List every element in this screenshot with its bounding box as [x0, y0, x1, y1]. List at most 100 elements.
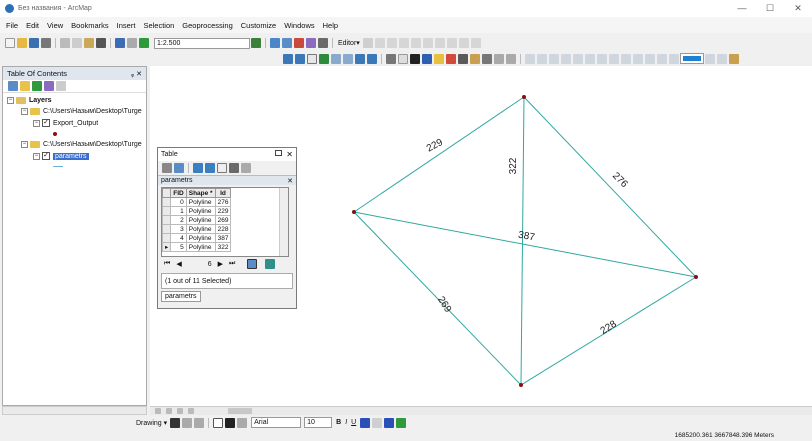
add-text-icon[interactable]	[729, 53, 739, 64]
row-selector[interactable]	[161, 206, 172, 216]
layer-color-combo[interactable]	[680, 53, 704, 64]
table-options-icon[interactable]	[162, 163, 172, 173]
table-cell[interactable]: Polyline	[185, 242, 216, 252]
time-slider-icon[interactable]	[506, 53, 516, 64]
layer-2-expander[interactable]: −	[33, 152, 40, 160]
arctoolbox-icon[interactable]	[306, 38, 316, 48]
table-restore-icon[interactable]	[275, 150, 283, 156]
cogo-icon[interactable]	[645, 53, 655, 64]
fixed-zoom-out-icon[interactable]	[343, 53, 353, 64]
editor-menu[interactable]: Editor▾	[336, 38, 362, 49]
full-extent-icon[interactable]	[319, 53, 329, 64]
row-selector[interactable]	[161, 215, 172, 225]
window-icon[interactable]	[270, 38, 280, 48]
polyline-feature-0[interactable]	[353, 96, 525, 213]
layer-2-visibility-checkbox[interactable]: ✓	[42, 152, 50, 160]
measure-icon[interactable]	[458, 53, 468, 64]
point-feature-bottom[interactable]	[519, 383, 523, 387]
network-icon[interactable]	[609, 53, 619, 64]
underline-button[interactable]: U	[351, 419, 356, 426]
point-feature-left[interactable]	[352, 210, 356, 214]
undo-icon[interactable]	[115, 38, 125, 48]
line-color-icon[interactable]	[384, 417, 395, 428]
pause-drawing-icon[interactable]	[188, 408, 194, 414]
table-row[interactable]: 3 Polyline 228	[161, 224, 232, 234]
delete-selected-icon[interactable]	[229, 163, 239, 173]
show-all-records-icon[interactable]	[247, 259, 258, 269]
georef-icon[interactable]	[573, 53, 583, 64]
column-header-shape[interactable]: Shape *	[185, 188, 216, 198]
spatial-adjust-icon[interactable]	[621, 53, 631, 64]
minimize-button[interactable]: —	[728, 3, 756, 14]
table-cell[interactable]: 4	[170, 233, 187, 243]
table-cell[interactable]: 5	[170, 242, 187, 252]
font-size-combo[interactable]: 10	[304, 417, 333, 428]
related-tables-icon[interactable]	[174, 163, 184, 173]
menu-windows[interactable]: Windows	[284, 21, 314, 30]
row-selector[interactable]	[161, 197, 172, 207]
row-selector[interactable]	[161, 224, 172, 234]
straight-segment-icon[interactable]	[374, 38, 385, 48]
column-header-id[interactable]: Id	[214, 188, 232, 198]
polyline-feature-3[interactable]	[353, 211, 697, 278]
font-color-icon[interactable]	[360, 417, 371, 428]
toc-options-icon[interactable]	[56, 81, 66, 91]
topology-icon[interactable]	[597, 53, 607, 64]
menu-geoprocessing[interactable]: Geoprocessing	[182, 21, 232, 30]
table-cell[interactable]: 1	[170, 206, 187, 216]
select-features-icon[interactable]	[386, 53, 396, 64]
data-view-icon[interactable]	[155, 408, 161, 414]
table-cell[interactable]: Polyline	[185, 206, 216, 216]
menu-help[interactable]: Help	[323, 21, 338, 30]
refresh-view-icon[interactable]	[177, 408, 183, 414]
endpoint-arc-icon[interactable]	[398, 38, 409, 48]
toc-folder-2[interactable]: − C:\Users\Назым\Desktop\Turge	[21, 141, 147, 148]
save-icon[interactable]	[29, 38, 39, 48]
next-record-button[interactable]: ▶	[218, 260, 223, 268]
delete-icon[interactable]	[96, 38, 106, 48]
new-document-icon[interactable]	[5, 38, 15, 48]
folder-1-expander[interactable]: −	[21, 108, 28, 115]
advanced-edit-icon[interactable]	[633, 53, 643, 64]
find-icon[interactable]	[470, 53, 480, 64]
edit-vertices-icon[interactable]	[237, 417, 248, 428]
table-row[interactable]: ▸ 5 Polyline 322	[161, 242, 232, 252]
pan-icon[interactable]	[307, 53, 317, 64]
add-data-icon[interactable]	[139, 38, 149, 48]
clear-selection-icon[interactable]	[398, 53, 408, 64]
table-row[interactable]: 4 Polyline 387	[161, 233, 232, 243]
select-by-attributes-icon[interactable]	[193, 163, 203, 173]
rotate-icon[interactable]	[434, 38, 445, 48]
toc-layers-group[interactable]: − Layers	[7, 97, 52, 104]
layout-icon[interactable]	[537, 53, 547, 64]
font-combo[interactable]: Arial	[251, 417, 302, 428]
table-cell[interactable]: 3	[170, 224, 187, 234]
effects-icon[interactable]	[525, 53, 535, 64]
menu-view[interactable]: View	[47, 21, 63, 30]
layer-1-expander[interactable]: −	[33, 119, 40, 127]
select-elements-arrow-icon[interactable]	[170, 417, 181, 428]
redo-icon[interactable]	[127, 38, 137, 48]
marker-color-icon[interactable]	[396, 417, 407, 428]
table-cell[interactable]: Polyline	[185, 233, 216, 243]
point-feature-top[interactable]	[522, 95, 526, 99]
table-layer-close-button[interactable]: ✕	[287, 177, 293, 185]
toc-layer-parametrs[interactable]: − ✓ parametrs	[33, 152, 89, 160]
current-record-number[interactable]: 6	[208, 261, 212, 268]
page-setup-icon[interactable]	[705, 53, 715, 64]
toc-layer-export-output[interactable]: − ✓ Export_Output	[33, 119, 98, 127]
trace-icon[interactable]	[386, 38, 397, 48]
menu-edit[interactable]: Edit	[26, 21, 39, 30]
create-features-icon[interactable]	[470, 38, 481, 48]
fixed-zoom-in-icon[interactable]	[331, 53, 341, 64]
layers-expander[interactable]: −	[7, 97, 14, 104]
switch-selection-icon[interactable]	[205, 163, 215, 173]
paste-icon[interactable]	[84, 38, 94, 48]
parcel-icon[interactable]	[657, 53, 667, 64]
table-cell[interactable]: Polyline	[185, 215, 216, 225]
text-tool-icon[interactable]	[225, 417, 236, 428]
menu-selection[interactable]: Selection	[143, 21, 174, 30]
table-row[interactable]: 0 Polyline 276	[161, 197, 232, 207]
italic-button[interactable]: I	[345, 419, 347, 426]
first-record-button[interactable]: ⏮	[164, 260, 170, 268]
